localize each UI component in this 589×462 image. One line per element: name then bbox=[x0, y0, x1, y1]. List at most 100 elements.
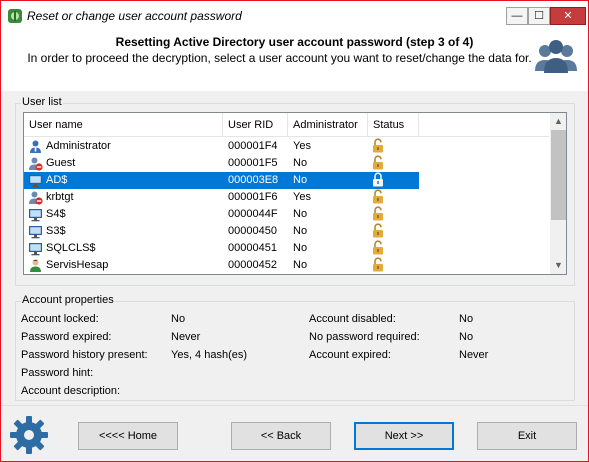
next-button[interactable]: Next >> bbox=[354, 422, 454, 450]
column-user-name[interactable]: User name bbox=[24, 113, 223, 137]
user-rid: 000003E8 bbox=[223, 172, 288, 189]
password-history-label: Password history present: bbox=[21, 349, 148, 361]
gear-icon bbox=[10, 416, 48, 454]
minimize-button[interactable]: — bbox=[506, 7, 528, 25]
user-disabled-icon bbox=[29, 191, 43, 205]
lock-open-icon bbox=[373, 138, 383, 153]
table-row[interactable]: Administrator 000001F4 Yes bbox=[24, 138, 549, 155]
user-list-label: User list bbox=[21, 96, 63, 108]
user-name: Administrator bbox=[46, 140, 111, 152]
user-rid: 00000452 bbox=[228, 259, 277, 271]
step-description: In order to proceed the decryption, sele… bbox=[27, 51, 532, 65]
user-name: S4$ bbox=[46, 208, 66, 220]
users-group-icon bbox=[535, 40, 577, 73]
user-admin: Yes bbox=[293, 191, 311, 203]
user-name-cell: S4$ bbox=[24, 206, 223, 223]
user-status bbox=[368, 206, 419, 223]
user-name: ServisHesap bbox=[46, 259, 109, 271]
user-status bbox=[368, 155, 419, 172]
account-locked-value: No bbox=[171, 313, 186, 325]
user-rid: 000001F5 bbox=[228, 157, 278, 169]
account-properties-label: Account properties bbox=[21, 294, 115, 306]
password-expired-value: Never bbox=[171, 331, 201, 343]
back-button[interactable]: << Back bbox=[231, 422, 331, 450]
user-rid: 00000451 bbox=[228, 242, 277, 254]
table-row[interactable]: S3$ 00000450 No bbox=[24, 223, 549, 240]
column-administrator[interactable]: Administrator bbox=[288, 113, 368, 137]
user-status bbox=[368, 223, 419, 240]
step-title: Resetting Active Directory user account … bbox=[115, 35, 474, 49]
user-rid: 00000450 bbox=[228, 225, 277, 237]
lock-open-icon bbox=[373, 206, 383, 221]
table-row[interactable]: S4$ 0000044F No bbox=[24, 206, 549, 223]
user-list[interactable]: User name User RID Administrator Status … bbox=[23, 112, 567, 275]
user-name-cell: Guest bbox=[24, 155, 223, 172]
app-icon bbox=[8, 9, 22, 23]
user-status bbox=[368, 257, 419, 274]
scroll-down-button[interactable]: ▼ bbox=[550, 257, 566, 274]
user-name: S3$ bbox=[46, 225, 66, 237]
account-expired-value: Never bbox=[459, 349, 489, 361]
window-title: Reset or change user account password bbox=[27, 9, 242, 23]
column-status[interactable]: Status bbox=[368, 113, 419, 137]
column-user-rid[interactable]: User RID bbox=[223, 113, 288, 137]
account-disabled-value: No bbox=[459, 313, 474, 325]
account-description-label: Account description: bbox=[21, 385, 121, 397]
lock-open-icon bbox=[373, 155, 383, 170]
user-name: Guest bbox=[46, 157, 76, 169]
account-locked-label: Account locked: bbox=[21, 313, 99, 325]
table-row[interactable]: ServisHesap 00000452 No bbox=[24, 257, 549, 274]
table-row[interactable]: SQLCLS$ 00000451 No bbox=[24, 240, 549, 257]
user-name-cell: AD$ bbox=[24, 172, 223, 189]
close-button[interactable]: ✕ bbox=[550, 7, 586, 25]
no-password-required-value: No bbox=[459, 331, 474, 343]
user-status bbox=[368, 240, 419, 257]
lock-open-icon bbox=[373, 240, 383, 255]
vertical-scrollbar[interactable]: ▲ ▼ bbox=[550, 113, 566, 274]
user-name-cell: krbtgt bbox=[24, 189, 223, 206]
dialog-window: Reset or change user account password — … bbox=[0, 0, 589, 462]
lock-open-icon bbox=[373, 223, 383, 238]
computer-icon bbox=[29, 226, 42, 239]
scroll-thumb[interactable] bbox=[551, 130, 566, 220]
computer-icon bbox=[29, 243, 42, 256]
user-status bbox=[368, 172, 419, 189]
password-history-value: Yes, 4 hash(es) bbox=[171, 349, 248, 361]
user-rid: 000001F6 bbox=[228, 191, 278, 203]
user-admin: No bbox=[293, 225, 308, 237]
user-rid: 000001F4 bbox=[228, 140, 278, 152]
lock-closed-icon bbox=[373, 172, 383, 187]
table-row[interactable]: AD$ 000003E8 No bbox=[24, 172, 549, 189]
lock-open-icon bbox=[373, 189, 383, 204]
user-name-cell: SQLCLS$ bbox=[24, 240, 223, 257]
user-admin: Yes bbox=[293, 140, 311, 152]
computer-icon bbox=[29, 175, 42, 188]
table-row[interactable]: Guest 000001F5 No bbox=[24, 155, 549, 172]
account-disabled-label: Account disabled: bbox=[309, 313, 396, 325]
maximize-button[interactable]: ☐ bbox=[528, 7, 550, 25]
user-rid: 0000044F bbox=[228, 208, 278, 220]
user-admin: No bbox=[293, 242, 308, 254]
user-status bbox=[368, 189, 419, 206]
user-name-cell: ServisHesap bbox=[24, 257, 223, 274]
user-admin: No bbox=[293, 259, 308, 271]
user-admin: No bbox=[293, 208, 308, 220]
user-name: SQLCLS$ bbox=[46, 242, 96, 254]
password-expired-label: Password expired: bbox=[21, 331, 112, 343]
password-hint-label: Password hint: bbox=[21, 367, 94, 379]
user-name-cell: Administrator bbox=[24, 138, 223, 155]
scroll-up-button[interactable]: ▲ bbox=[550, 113, 566, 130]
table-row[interactable]: krbtgt 000001F6 Yes bbox=[24, 189, 549, 206]
lock-open-icon bbox=[373, 257, 383, 272]
user-admin: No bbox=[293, 157, 308, 169]
user-disabled-icon bbox=[29, 157, 43, 171]
computer-icon bbox=[29, 209, 42, 222]
home-button[interactable]: <<<< Home bbox=[78, 422, 178, 450]
account-expired-label: Account expired: bbox=[309, 349, 391, 361]
user-name-cell: S3$ bbox=[24, 223, 223, 240]
no-password-required-label: No password required: bbox=[309, 331, 420, 343]
list-header: User name User RID Administrator Status bbox=[24, 113, 549, 137]
exit-button[interactable]: Exit bbox=[477, 422, 577, 450]
wizard-header: Resetting Active Directory user account … bbox=[1, 31, 588, 91]
wizard-footer: <<<< Home << Back Next >> Exit bbox=[1, 405, 588, 461]
